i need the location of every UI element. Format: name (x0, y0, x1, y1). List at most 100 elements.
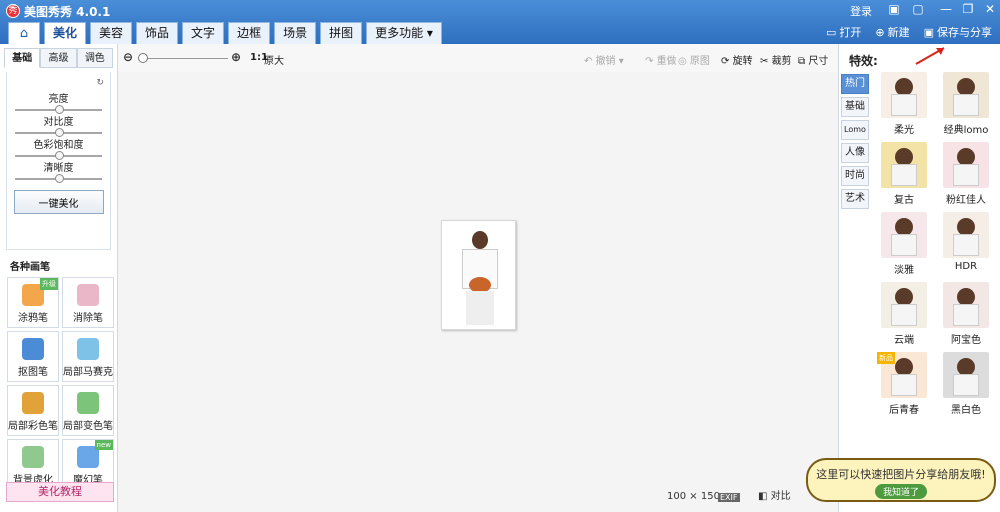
tab-text[interactable]: 文字 (182, 22, 225, 44)
file-actions: ▭ 打开 ⊕ 新建 ▣ 保存与分享 (826, 24, 992, 40)
effects-grid: 柔光 经典lomo 复古 粉红佳人 淡雅 HDR 云端阿宝色新品 后青春 黑白色 (873, 72, 997, 416)
sharpness-slider[interactable] (15, 174, 102, 183)
save-share-button[interactable]: ▣ 保存与分享 (924, 24, 992, 40)
effect-item[interactable]: 黑白色 (935, 352, 997, 416)
bucket-icon (77, 392, 99, 414)
tab-collage[interactable]: 拼图 (320, 22, 363, 44)
tab-more[interactable]: 更多功能 ▾ (366, 22, 442, 44)
effect-thumbnail (881, 282, 927, 328)
tutorial-button[interactable]: 美化教程 (6, 482, 114, 502)
tab-hot[interactable]: 热门 (841, 74, 869, 94)
open-button[interactable]: ▭ 打开 (826, 24, 861, 40)
thumb-jersey (891, 94, 917, 116)
cutout-pen-button[interactable]: 抠图笔 (7, 331, 59, 382)
new-badge: 新品 (877, 352, 895, 364)
effects-panel: 特效: 热门 基础 Lomo 人像 时尚 艺术 柔光 经典lomo 复古 粉红佳人 淡雅… (838, 44, 1000, 512)
reset-original-button[interactable]: ◎ 原图 (678, 52, 710, 67)
slider-knob[interactable] (55, 105, 64, 114)
saturation-slider[interactable] (15, 151, 102, 160)
tab-advanced[interactable]: 高级 (40, 48, 77, 68)
got-it-button[interactable]: 我知道了 (874, 484, 927, 499)
doodle-pen-button[interactable]: 升级 涂鸦笔 (7, 277, 59, 328)
photo-shorts (466, 291, 494, 325)
zoom-out-icon[interactable]: ⊖ (123, 50, 133, 64)
app-logo-icon: 秀 (6, 4, 20, 18)
color-pen-button[interactable]: 局部彩色笔 (7, 385, 59, 436)
cutout-icon (22, 338, 44, 360)
tab-scene[interactable]: 场景 (274, 22, 317, 44)
plus-icon: ⊕ (875, 26, 885, 39)
thumb-jersey (891, 164, 917, 186)
effect-item[interactable]: HDR (935, 212, 997, 276)
effect-item[interactable]: 阿宝色 (935, 282, 997, 346)
hint-arrow-icon (915, 47, 945, 65)
brightness-label: 亮度 (48, 94, 69, 105)
new-button[interactable]: ⊕ 新建 (875, 24, 909, 40)
slider-knob[interactable] (55, 174, 64, 183)
share-tip-callout: 这里可以快速把图片分享给朋友哦! 我知道了 (806, 458, 996, 502)
effect-item[interactable]: 粉红佳人 (935, 142, 997, 206)
zoom-slider[interactable] (138, 58, 228, 59)
effect-item[interactable]: 新品 后青春 (873, 352, 935, 416)
adjust-sliders: ↻ 亮度 对比度 色彩饱和度 清晰度 一键美化 (6, 72, 111, 250)
rotate-button[interactable]: ⟳ 旋转 (721, 52, 753, 67)
minimize-icon[interactable]: — (938, 2, 954, 16)
tab-beautify[interactable]: 美化 (44, 22, 87, 44)
thumb-jersey (891, 374, 917, 396)
resize-button[interactable]: ⧉ 尺寸 (798, 52, 828, 67)
effect-item[interactable]: 淡雅 (873, 212, 935, 276)
effect-item[interactable]: 云端 (873, 282, 935, 346)
skin-icon[interactable]: ▣ (886, 2, 902, 16)
effect-label: 经典lomo (943, 125, 989, 136)
pens-title: 各种画笔 (10, 262, 50, 273)
thumb-jersey (953, 374, 979, 396)
thumb-jersey (953, 234, 979, 256)
slider-knob[interactable] (55, 151, 64, 160)
tab-color[interactable]: 调色 (76, 48, 113, 68)
tab-border[interactable]: 边框 (228, 22, 271, 44)
exif-badge[interactable]: EXIF (718, 493, 740, 502)
tab-accessories[interactable]: 饰品 (136, 22, 179, 44)
tab-beauty[interactable]: 美容 (90, 22, 133, 44)
slider-knob[interactable] (55, 128, 64, 137)
login-link[interactable]: 登录 (850, 3, 872, 19)
effect-thumbnail (943, 282, 989, 328)
crop-button[interactable]: ✂ 裁剪 (760, 52, 792, 67)
tab-lomo[interactable]: Lomo (841, 120, 869, 140)
undo-button[interactable]: ↶ 撤销 ▾ (584, 52, 624, 67)
home-icon[interactable]: ⌂ (8, 22, 40, 44)
mosaic-pen-button[interactable]: 局部马赛克 (62, 331, 114, 382)
menu-icon[interactable]: ▢ (910, 2, 926, 16)
effect-label: 粉红佳人 (946, 195, 986, 206)
effect-thumbnail (943, 352, 989, 398)
one-click-beautify-button[interactable]: 一键美化 (13, 190, 104, 214)
tab-basic[interactable]: 基础 (4, 48, 41, 68)
close-icon[interactable]: ✕ (982, 2, 998, 16)
zoom-knob[interactable] (138, 53, 148, 63)
effect-label: 复古 (894, 195, 914, 206)
main-tabs: ⌂ 美化 美容 饰品 文字 边框 场景 拼图 更多功能 ▾ (8, 22, 442, 44)
compare-button[interactable]: ◧ 对比 (758, 487, 791, 502)
brightness-slider[interactable] (15, 105, 102, 114)
photo-preview[interactable] (441, 220, 516, 330)
tab-basic-effects[interactable]: 基础 (841, 97, 869, 117)
recolor-pen-button[interactable]: 局部变色笔 (62, 385, 114, 436)
eraser-pen-button[interactable]: 消除笔 (62, 277, 114, 328)
zoom-in-icon[interactable]: ⊕ (231, 50, 241, 64)
effect-thumbnail: 新品 (877, 352, 927, 398)
effect-item[interactable]: 经典lomo (935, 72, 997, 136)
redo-button[interactable]: ↷ 重做 (645, 52, 677, 67)
effect-item[interactable]: 复古 (873, 142, 935, 206)
maximize-icon[interactable]: ❐ (960, 2, 976, 16)
contrast-label: 对比度 (43, 117, 74, 128)
original-size-button[interactable]: 原大 (264, 52, 284, 67)
effect-item[interactable]: 柔光 (873, 72, 935, 136)
folder-icon: ▭ (825, 26, 837, 39)
contrast-slider[interactable] (15, 128, 102, 137)
tab-portrait[interactable]: 人像 (841, 143, 869, 163)
effect-label: 阿宝色 (951, 335, 981, 346)
tab-fashion[interactable]: 时尚 (841, 166, 869, 186)
effect-thumbnail (881, 212, 927, 258)
tab-art[interactable]: 艺术 (841, 189, 869, 209)
reset-icon[interactable]: ↻ (13, 78, 104, 88)
